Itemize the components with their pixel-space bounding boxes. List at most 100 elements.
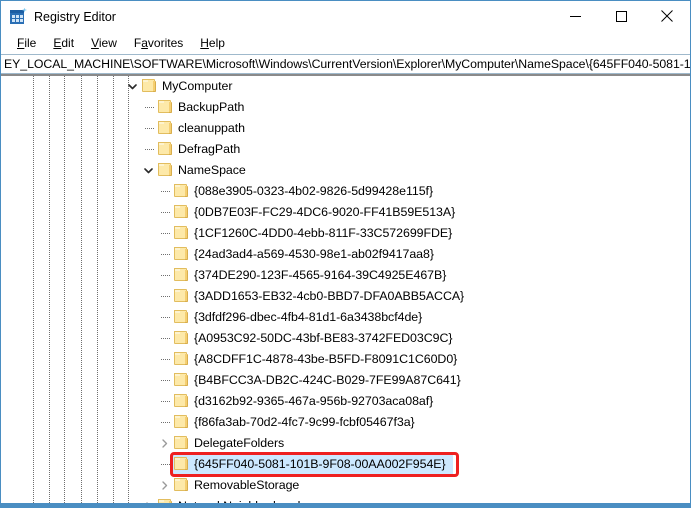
address-path-text: EY_LOCAL_MACHINE\SOFTWARE\Microsoft\Wind…: [4, 57, 690, 71]
tree-item-label: BackupPath: [178, 100, 245, 114]
tree-item-label: DelegateFolders: [194, 436, 285, 450]
tree-item-backuppath[interactable]: BackupPath: [1, 97, 690, 118]
tree-connector-tick: [161, 212, 170, 213]
menu-edit[interactable]: Edit: [45, 34, 83, 52]
menu-edit-post: dit: [61, 36, 75, 50]
tree-item-guid[interactable]: {088e3905-0323-4b02-9826-5d99428e115f}: [1, 181, 690, 202]
folder-icon: [174, 184, 190, 198]
tree-item-guid[interactable]: {374DE290-123F-4565-9164-39C4925E467B}: [1, 265, 690, 286]
tree-connector-tick: [145, 107, 154, 108]
folder-icon: [158, 100, 174, 114]
tree-connector-tick: [161, 380, 170, 381]
tree-item-delegatefolders[interactable]: DelegateFolders: [1, 433, 690, 454]
tree-item-label: {A8CDFF1C-4878-43be-B5FD-F8091C1C60D0}: [194, 352, 458, 366]
folder-icon: [174, 268, 190, 282]
menu-view-post: iew: [98, 36, 117, 50]
tree-item-guid[interactable]: {B4BFCC3A-DB2C-424C-B029-7FE99A87C641}: [1, 370, 690, 391]
tree-connector-tick: [161, 359, 170, 360]
tree-item-label: NameSpace: [178, 163, 246, 177]
folder-icon: [158, 163, 174, 177]
menu-file-post: ile: [24, 36, 37, 50]
tree-connector-tick: [161, 464, 170, 465]
maximize-button[interactable]: [598, 1, 644, 31]
tree-connector-tick: [145, 149, 154, 150]
tree-item-guid[interactable]: {3dfdf296-dbec-4fb4-81d1-6a3438bcf4de}: [1, 307, 690, 328]
folder-icon: [174, 310, 190, 324]
menu-help-post: elp: [208, 36, 225, 50]
tree-item-removablestorage[interactable]: RemovableStorage: [1, 475, 690, 496]
tree-connector-tick: [161, 317, 170, 318]
menu-view-key: V: [91, 36, 99, 50]
chevron-down-icon[interactable]: [140, 160, 156, 181]
chevron-down-icon[interactable]: [124, 76, 140, 97]
tree-connector-tick: [161, 422, 170, 423]
folder-icon: [142, 79, 158, 93]
tree-item-label: {0DB7E03F-FC29-4DC6-9020-FF41B59E513A}: [194, 205, 456, 219]
folder-icon: [174, 331, 190, 345]
tree-connector-tick: [161, 401, 170, 402]
tree-item-label: MyComputer: [162, 79, 233, 93]
title-bar[interactable]: Registry Editor: [1, 1, 690, 32]
folder-icon: [158, 142, 174, 156]
minimize-button[interactable]: [552, 1, 598, 31]
menu-file[interactable]: File: [9, 34, 45, 52]
tree-connector-tick: [161, 275, 170, 276]
tree-connector-tick: [145, 128, 154, 129]
menu-favorites[interactable]: Favorites: [126, 34, 192, 52]
tree-item-label: {A0953C92-50DC-43bf-BE83-3742FED03C9C}: [194, 331, 453, 345]
tree-connector-tick: [161, 338, 170, 339]
tree-item-label: {1CF1260C-4DD0-4ebb-811F-33C572699FDE}: [194, 226, 453, 240]
folder-icon: [174, 373, 190, 387]
tree-item-guid[interactable]: {0DB7E03F-FC29-4DC6-9020-FF41B59E513A}: [1, 202, 690, 223]
tree-item-guid[interactable]: {A0953C92-50DC-43bf-BE83-3742FED03C9C}: [1, 328, 690, 349]
tree-item-label: {3ADD1653-EB32-4cb0-BBD7-DFA0ABB5ACCA}: [194, 289, 465, 303]
tree-item-label: {d3162b92-9365-467a-956b-92703aca08af}: [194, 394, 434, 408]
folder-icon: [158, 121, 174, 135]
address-bar[interactable]: EY_LOCAL_MACHINE\SOFTWARE\Microsoft\Wind…: [1, 54, 690, 74]
tree-item-label: {B4BFCC3A-DB2C-424C-B029-7FE99A87C641}: [194, 373, 461, 387]
menu-favorites-post: vorites: [147, 36, 184, 50]
tree-connector-tick: [161, 296, 170, 297]
tree-rows: MyComputer BackupPath cleanuppath DefragPat…: [1, 76, 690, 504]
menu-bar: File Edit View Favorites Help: [1, 32, 690, 54]
menu-help[interactable]: Help: [192, 34, 234, 52]
tree-item-label: {645FF040-5081-101B-9F08-00AA002F954E}: [194, 457, 446, 471]
folder-icon: [174, 436, 190, 450]
menu-view[interactable]: View: [83, 34, 126, 52]
folder-icon: [174, 415, 190, 429]
tree-item-label: {3dfdf296-dbec-4fb4-81d1-6a3438bcf4de}: [194, 310, 423, 324]
window-controls: [552, 1, 690, 31]
window-title: Registry Editor: [34, 9, 116, 24]
chevron-right-icon[interactable]: [156, 475, 172, 496]
close-button[interactable]: [644, 1, 690, 31]
tree-connector-tick: [161, 191, 170, 192]
window-bottom-edge: [1, 503, 690, 507]
tree-item-guid[interactable]: {d3162b92-9365-467a-956b-92703aca08af}: [1, 391, 690, 412]
tree-item-recycle-bin-guid[interactable]: {645FF040-5081-101B-9F08-00AA002F954E}: [1, 454, 690, 475]
tree-item-mycomputer[interactable]: MyComputer: [1, 76, 690, 97]
tree-item-defragpath[interactable]: DefragPath: [1, 139, 690, 160]
tree-item-guid[interactable]: {3ADD1653-EB32-4cb0-BBD7-DFA0ABB5ACCA}: [1, 286, 690, 307]
tree-item-label: DefragPath: [178, 142, 241, 156]
folder-icon: [174, 289, 190, 303]
registry-tree-pane[interactable]: MyComputer BackupPath cleanuppath DefragPat…: [1, 74, 690, 504]
tree-connector-tick: [161, 233, 170, 234]
tree-item-guid[interactable]: {24ad3ad4-a569-4530-98e1-ab02f9417aa8}: [1, 244, 690, 265]
tree-item-guid[interactable]: {1CF1260C-4DD0-4ebb-811F-33C572699FDE}: [1, 223, 690, 244]
folder-icon: [174, 394, 190, 408]
tree-item-namespace[interactable]: NameSpace: [1, 160, 690, 181]
chevron-right-icon[interactable]: [156, 433, 172, 454]
tree-item-label: RemovableStorage: [194, 478, 300, 492]
tree-item-cleanuppath[interactable]: cleanuppath: [1, 118, 690, 139]
tree-item-guid[interactable]: {A8CDFF1C-4878-43be-B5FD-F8091C1C60D0}: [1, 349, 690, 370]
tree-item-label: cleanuppath: [178, 121, 245, 135]
menu-help-key: H: [200, 36, 209, 50]
tree-connector-tick: [161, 254, 170, 255]
menu-favorites-key: a: [141, 36, 148, 50]
tree-item-label: {088e3905-0323-4b02-9826-5d99428e115f}: [194, 184, 434, 198]
tree-item-guid[interactable]: {f86fa3ab-70d2-4fc7-9c99-fcbf05467f3a}: [1, 412, 690, 433]
registry-editor-icon: [10, 7, 27, 25]
tree-item-label: {24ad3ad4-a569-4530-98e1-ab02f9417aa8}: [194, 247, 434, 261]
folder-icon: [174, 352, 190, 366]
tree-item-label: {374DE290-123F-4565-9164-39C4925E467B}: [194, 268, 447, 282]
